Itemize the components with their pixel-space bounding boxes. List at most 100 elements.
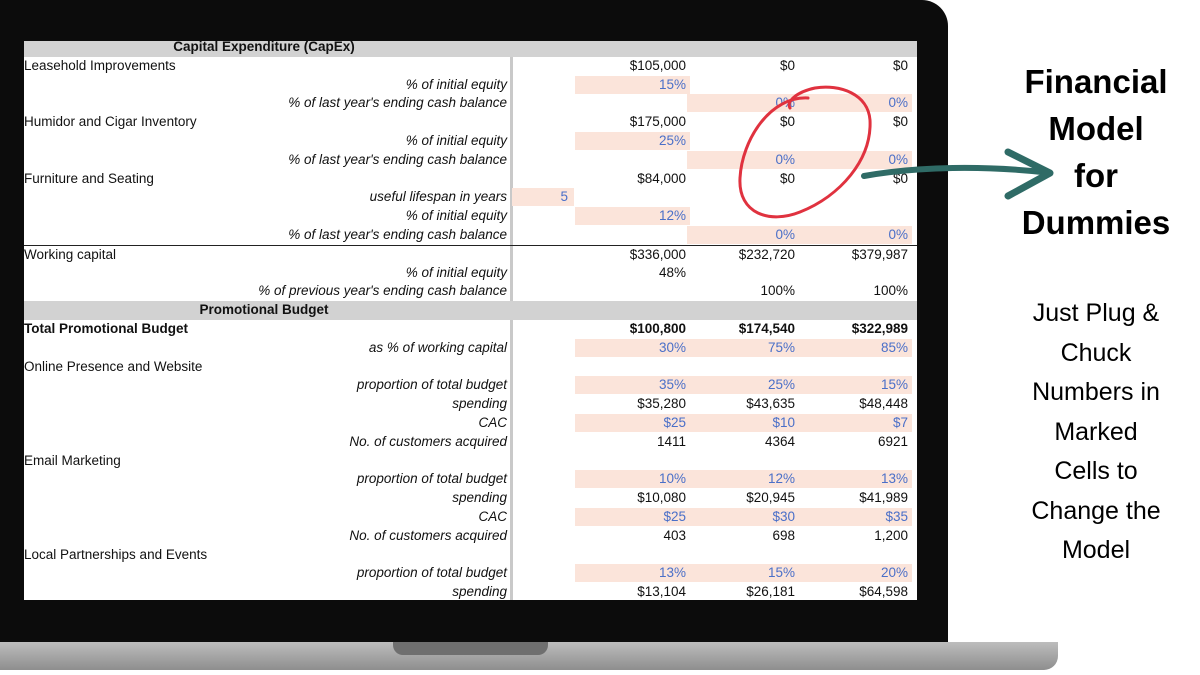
sheet-row: CAC $25 $10 $7 (24, 414, 917, 433)
value-cell[interactable]: $336,000 (575, 246, 690, 264)
value-cell[interactable]: $232,720 (687, 246, 799, 264)
value-cell[interactable]: 100% (799, 282, 912, 300)
input-cell[interactable]: 13% (575, 564, 690, 583)
value-cell[interactable]: $0 (799, 57, 912, 75)
sheet-row: proportion of total budget 35% 25% 15% (24, 376, 917, 395)
sheet-row: proportion of total budget 10% 12% 13% (24, 470, 917, 489)
input-cell[interactable]: 25% (575, 132, 690, 150)
input-cell[interactable]: 75% (687, 338, 799, 357)
row-label: CAC (478, 509, 507, 524)
input-cell[interactable]: 15% (687, 564, 799, 583)
value-cell[interactable]: 698 (687, 527, 799, 545)
sheet-row: spending $35,280 $43,635 $48,448 (24, 395, 917, 414)
value-cell[interactable]: $48,448 (799, 395, 912, 413)
value-cell[interactable]: 1411 (575, 433, 690, 451)
sheet-row: % of initial equity 15% (24, 75, 917, 95)
value-cell[interactable]: $0 (799, 170, 912, 188)
value-cell[interactable]: $20,945 (687, 489, 799, 507)
input-cell[interactable]: 13% (799, 470, 912, 489)
value-cell[interactable]: 1,200 (799, 527, 912, 545)
input-cell[interactable]: 0% (687, 150, 799, 169)
input-cell[interactable]: 30% (575, 338, 690, 357)
row-label: useful lifespan in years (369, 189, 507, 205)
row-label: proportion of total budget (356, 565, 507, 581)
row-label: % of initial equity (405, 133, 507, 148)
row-label: No. of customers acquired (349, 433, 507, 449)
input-cell[interactable]: 15% (575, 75, 690, 94)
input-cell[interactable]: 35% (575, 376, 690, 395)
row-label: % of initial equity (405, 76, 507, 92)
input-cell[interactable]: 15% (799, 376, 912, 395)
sheet-row: spending $13,104 $26,181 $64,598 (24, 583, 917, 600)
row-label: No. of customers acquired (349, 527, 507, 543)
row-label: spending (452, 396, 507, 412)
headline-line: Model (1048, 110, 1144, 147)
value-cell[interactable]: $0 (687, 57, 799, 75)
row-label: Local Partnerships and Events (24, 546, 208, 562)
value-cell[interactable]: $41,989 (799, 489, 912, 507)
sheet-row: No. of customers acquired 1411 4364 6921 (24, 433, 917, 452)
input-cell[interactable]: 0% (687, 94, 799, 113)
value-cell[interactable]: $26,181 (687, 583, 799, 600)
caption-line: Change the (1031, 496, 1161, 525)
value-cell[interactable]: $0 (687, 113, 799, 131)
input-cell[interactable]: 0% (799, 226, 912, 244)
input-cell[interactable]: 0% (687, 226, 799, 244)
value-cell[interactable]: $175,000 (575, 113, 690, 131)
input-cell[interactable]: 0% (799, 150, 912, 169)
value-cell[interactable]: $35,280 (575, 395, 690, 413)
section-header-row: Promotional Budget (24, 301, 917, 320)
input-cell[interactable]: 10% (575, 470, 690, 489)
input-cell[interactable]: 25% (687, 376, 799, 395)
row-label: as % of working capital (368, 339, 507, 355)
input-cell[interactable]: 5 (512, 188, 574, 207)
value-cell[interactable]: $0 (799, 113, 912, 131)
input-cell[interactable]: $35 (799, 508, 912, 526)
sheet-row: Online Presence and Website (24, 358, 917, 377)
headline-line: Financial (1024, 63, 1168, 100)
sheet-row: proportion of total budget 13% 15% 20% (24, 564, 917, 583)
caption-line: Cells to (1054, 457, 1138, 485)
value-cell[interactable]: 48% (575, 264, 690, 282)
input-cell[interactable]: $7 (799, 414, 912, 432)
value-cell[interactable]: 4364 (687, 433, 799, 451)
value-cell[interactable]: $379,987 (799, 246, 912, 264)
caption: Just Plug & Chuck Numbers in Marked Cells to… (1010, 294, 1182, 571)
input-cell[interactable]: 0% (799, 94, 912, 113)
input-cell[interactable]: $30 (687, 508, 799, 526)
value-cell[interactable]: $64,598 (799, 583, 912, 600)
row-label: % of last year's ending cash balance (288, 227, 507, 242)
value-cell[interactable]: $174,540 (687, 320, 799, 338)
input-cell[interactable]: 85% (799, 338, 912, 357)
value-cell[interactable]: $0 (687, 170, 799, 188)
sheet-row: Leasehold Improvements $105,000 $0 $0 (24, 57, 917, 76)
row-label: spending (452, 584, 507, 600)
row-label: % of last year's ending cash balance (288, 151, 507, 167)
caption-line: Chuck (1060, 338, 1132, 367)
spreadsheet: Capital Expenditure (CapEx) Leasehold Imp… (24, 41, 917, 600)
input-cell[interactable]: $25 (575, 508, 690, 526)
value-cell[interactable]: 100% (687, 282, 799, 300)
input-cell[interactable]: $10 (687, 414, 799, 432)
value-cell[interactable]: 6921 (799, 433, 912, 451)
value-cell[interactable]: $105,000 (575, 57, 690, 75)
value-cell[interactable]: $43,635 (687, 395, 799, 413)
value-cell[interactable]: $13,104 (575, 583, 690, 600)
section-header-row: Capital Expenditure (CapEx) (24, 41, 917, 57)
value-cell[interactable]: $100,800 (575, 320, 690, 338)
value-cell[interactable]: $10,080 (575, 489, 690, 507)
input-cell[interactable]: 12% (687, 470, 799, 489)
row-label: Total Promotional Budget (24, 321, 188, 336)
input-cell[interactable]: 20% (799, 564, 912, 583)
row-label: Leasehold Improvements (24, 57, 176, 73)
caption-line: Just Plug & (1032, 299, 1160, 327)
value-cell[interactable]: 403 (575, 527, 690, 545)
caption-line: Marked (1054, 417, 1138, 446)
input-cell[interactable]: 12% (575, 207, 690, 226)
value-cell[interactable]: $322,989 (799, 320, 912, 338)
sheet-row: useful lifespan in years 5 (24, 188, 917, 207)
input-cell[interactable]: $25 (575, 414, 690, 432)
section-title: Capital Expenditure (CapEx) (173, 41, 355, 54)
value-cell[interactable]: $84,000 (575, 170, 690, 188)
sheet-row: % of initial equity 25% (24, 132, 917, 151)
